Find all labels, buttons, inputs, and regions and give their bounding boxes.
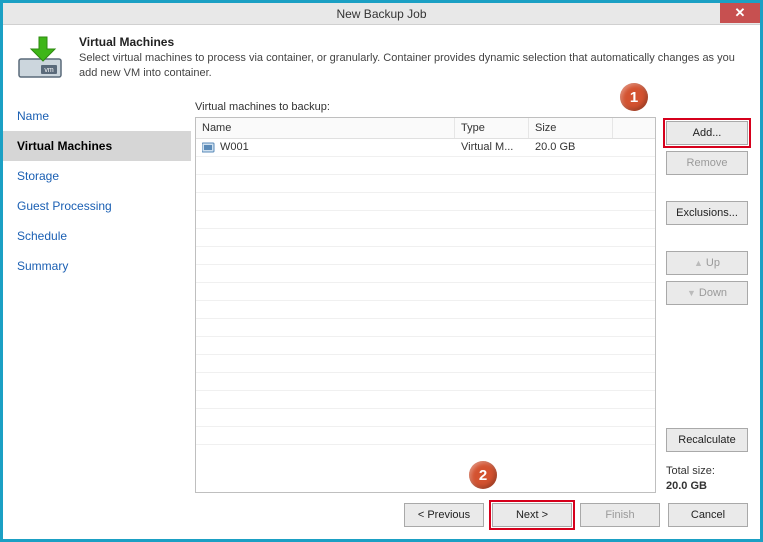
column-size[interactable]: Size [529, 118, 613, 138]
wizard-footer: < Previous Next > Finish Cancel [3, 493, 760, 539]
column-type[interactable]: Type [455, 118, 529, 138]
remove-button: Remove [666, 151, 748, 175]
svg-text:vm: vm [44, 67, 54, 74]
total-size: Total size: 20.0 GB [666, 464, 748, 493]
header-text: Virtual Machines Select virtual machines… [79, 35, 746, 81]
column-spare [613, 118, 655, 138]
header-title: Virtual Machines [79, 35, 746, 49]
vm-header-icon: vm [17, 35, 67, 79]
previous-button[interactable]: < Previous [404, 503, 484, 527]
main-panel: Virtual machines to backup: Name Type Si… [191, 95, 760, 493]
row-name: W001 [220, 141, 249, 153]
sidebar-item-name[interactable]: Name [3, 101, 191, 131]
cancel-button[interactable]: Cancel [668, 503, 748, 527]
down-button: ▼ Down [666, 281, 748, 305]
side-button-column: Add... Remove Exclusions... ▲ Up ▼ Down … [666, 101, 748, 493]
wizard-window: New Backup Job ✕ vm Virtual Machines Sel… [3, 3, 760, 539]
row-type: Virtual M... [455, 140, 529, 154]
table-row-empty [196, 247, 655, 265]
arrow-down-icon: ▼ [687, 288, 696, 298]
sidebar-item-virtual-machines[interactable]: Virtual Machines [3, 131, 191, 161]
table-body: W001 Virtual M... 20.0 GB [196, 139, 655, 492]
total-size-value: 20.0 GB [666, 479, 748, 493]
table-row-empty [196, 283, 655, 301]
table-row-empty [196, 427, 655, 445]
exclusions-button[interactable]: Exclusions... [666, 201, 748, 225]
row-size: 20.0 GB [529, 140, 613, 154]
close-button[interactable]: ✕ [720, 3, 760, 23]
recalculate-button[interactable]: Recalculate [666, 428, 748, 452]
wizard-header: vm Virtual Machines Select virtual machi… [3, 25, 760, 95]
table-row-empty [196, 193, 655, 211]
vm-table-wrap: Virtual machines to backup: Name Type Si… [195, 101, 656, 493]
header-description: Select virtual machines to process via c… [79, 51, 746, 81]
wizard-steps-sidebar: Name Virtual Machines Storage Guest Proc… [3, 95, 191, 493]
column-name[interactable]: Name [196, 118, 455, 138]
table-row-empty [196, 301, 655, 319]
table-row-empty [196, 355, 655, 373]
table-row-empty [196, 175, 655, 193]
table-row-empty [196, 319, 655, 337]
table-row-empty [196, 157, 655, 175]
table-row-empty [196, 373, 655, 391]
table-row[interactable]: W001 Virtual M... 20.0 GB [196, 139, 655, 157]
arrow-up-icon: ▲ [694, 258, 703, 268]
sidebar-item-guest-processing[interactable]: Guest Processing [3, 191, 191, 221]
wizard-body: Name Virtual Machines Storage Guest Proc… [3, 95, 760, 493]
finish-button: Finish [580, 503, 660, 527]
annotation-callout-2: 2 [469, 461, 497, 489]
table-row-empty [196, 337, 655, 355]
table-row-empty [196, 265, 655, 283]
table-row-empty [196, 391, 655, 409]
table-label: Virtual machines to backup: [195, 101, 656, 113]
close-icon: ✕ [735, 5, 746, 21]
annotation-callout-1: 1 [620, 83, 648, 111]
table-header: Name Type Size [196, 118, 655, 139]
up-button: ▲ Up [666, 251, 748, 275]
next-button[interactable]: Next > [492, 503, 572, 527]
sidebar-item-schedule[interactable]: Schedule [3, 221, 191, 251]
titlebar: New Backup Job ✕ [3, 3, 760, 25]
vm-table: Name Type Size [195, 117, 656, 493]
sidebar-item-storage[interactable]: Storage [3, 161, 191, 191]
table-row-empty [196, 229, 655, 247]
table-row-empty [196, 409, 655, 427]
add-button[interactable]: Add... [666, 121, 748, 145]
total-size-label: Total size: [666, 464, 748, 478]
sidebar-item-summary[interactable]: Summary [3, 251, 191, 281]
window-title: New Backup Job [336, 7, 426, 21]
vm-row-icon [202, 141, 216, 153]
table-row-empty [196, 211, 655, 229]
